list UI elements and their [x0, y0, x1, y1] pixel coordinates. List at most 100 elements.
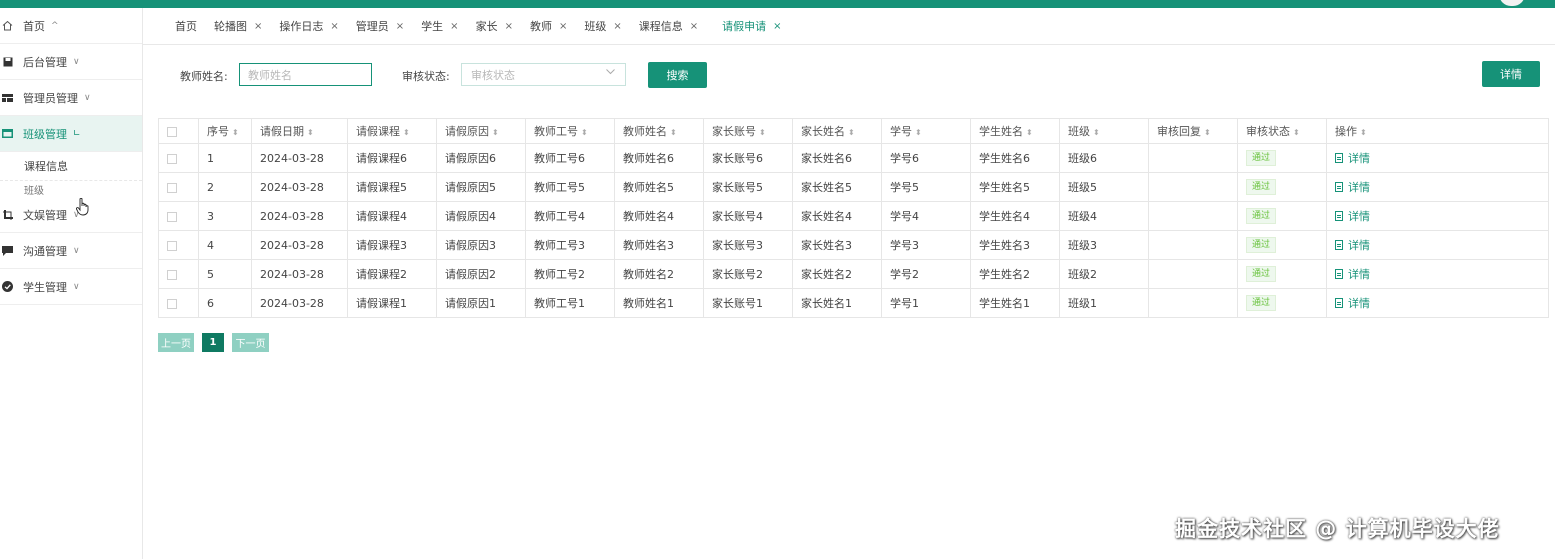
tab-admin[interactable]: 管理员 × [356, 18, 404, 34]
sort-icon[interactable]: ⬍ [1026, 128, 1033, 137]
column-header[interactable]: 教师工号 ⬍ [525, 118, 615, 144]
row-detail-link[interactable]: 详情 [1335, 150, 1370, 166]
table-cell: 班级3 [1059, 230, 1149, 260]
chevron-down-icon [606, 68, 615, 78]
close-icon[interactable]: × [559, 21, 567, 32]
table-cell: 家长账号4 [703, 201, 793, 231]
tab-teacher[interactable]: 教师 × [530, 18, 567, 34]
search-button[interactable]: 搜索 [648, 62, 707, 88]
column-header[interactable]: 家长账号 ⬍ [703, 118, 793, 144]
close-icon[interactable]: × [613, 21, 621, 32]
prev-page-button[interactable]: 上一页 [158, 333, 194, 352]
tab-leave-request[interactable]: 请假申请 × [722, 18, 781, 34]
row-detail-link[interactable]: 详情 [1335, 295, 1370, 311]
row-checkbox[interactable] [167, 182, 177, 193]
column-header[interactable]: 审核状态 ⬍ [1237, 118, 1327, 144]
sort-icon[interactable]: ⬍ [670, 128, 677, 137]
column-header[interactable]: 学生姓名 ⬍ [970, 118, 1060, 144]
table-cell: 教师工号1 [525, 288, 615, 318]
tab-home[interactable]: 首页 [175, 18, 197, 34]
sort-icon[interactable]: ⬍ [759, 128, 766, 137]
column-header[interactable]: 家长姓名 ⬍ [792, 118, 882, 144]
close-icon[interactable]: × [254, 21, 262, 32]
home-icon [2, 20, 13, 31]
column-header[interactable]: 教师姓名 ⬍ [614, 118, 704, 144]
row-checkbox[interactable] [167, 211, 177, 222]
table-cell: 通过 [1237, 259, 1327, 289]
column-header[interactable]: 学号 ⬍ [881, 118, 971, 144]
column-header[interactable]: 请假原因 ⬍ [436, 118, 526, 144]
row-checkbox[interactable] [167, 298, 177, 309]
table-cell: 2024-03-28 [251, 259, 348, 289]
close-icon[interactable]: × [505, 21, 513, 32]
table-header-row: 序号 ⬍ 请假日期 ⬍ 请假课程 ⬍ 请假原因 ⬍ 教师工号 ⬍ 教师姓名 ⬍ 家长账号 ⬍ 家长姓名 ⬍ 学号… [158, 118, 1549, 144]
avatar[interactable] [1499, 0, 1525, 6]
review-status-label: 审核状态: [402, 70, 450, 83]
sidebar-subitem-class[interactable]: 班级 [0, 181, 142, 197]
tab-operation-log[interactable]: 操作日志 × [279, 18, 338, 34]
row-detail-link[interactable]: 详情 [1335, 208, 1370, 224]
sort-icon[interactable]: ⬍ [581, 128, 588, 137]
row-detail-link[interactable]: 详情 [1335, 179, 1370, 195]
column-header[interactable]: 班级 ⬍ [1059, 118, 1149, 144]
close-icon[interactable]: × [396, 21, 404, 32]
sort-icon[interactable]: ⬍ [232, 128, 239, 137]
sidebar-item-communication[interactable]: 沟通管理 ∨ [0, 233, 142, 269]
sidebar-item-home[interactable]: 首页 ^ [0, 8, 142, 44]
column-header-label: 操作 [1335, 125, 1357, 138]
sort-icon[interactable]: ⬍ [403, 128, 410, 137]
sidebar-item-student[interactable]: 学生管理 ∨ [0, 269, 142, 305]
teacher-name-input[interactable]: 教师姓名 [239, 63, 372, 86]
page-number-current[interactable]: 1 [202, 333, 224, 352]
tab-student[interactable]: 学生 × [421, 18, 458, 34]
sort-icon[interactable]: ⬍ [915, 128, 922, 137]
close-icon[interactable]: × [330, 21, 338, 32]
row-checkbox[interactable] [167, 240, 177, 251]
sort-icon[interactable]: ⬍ [848, 128, 855, 137]
column-header-label: 学号 [890, 125, 912, 138]
sidebar-item-backend[interactable]: 后台管理 ∨ [0, 44, 142, 80]
column-header[interactable]: 请假课程 ⬍ [347, 118, 437, 144]
table-cell: 家长姓名2 [792, 259, 882, 289]
sort-icon[interactable]: ⬍ [1204, 128, 1211, 137]
next-page-button[interactable]: 下一页 [232, 333, 269, 352]
tab-class[interactable]: 班级 × [584, 18, 621, 34]
sort-icon[interactable]: ⬍ [1360, 128, 1367, 137]
sort-icon[interactable]: ⬍ [1293, 128, 1300, 137]
sort-icon[interactable]: ⬍ [307, 128, 314, 137]
close-icon[interactable]: × [773, 21, 781, 32]
sidebar-item-admin[interactable]: 管理员管理 ∨ [0, 80, 142, 116]
table-cell: 班级6 [1059, 143, 1149, 173]
select-all-checkbox[interactable] [167, 126, 177, 137]
row-detail-link[interactable]: 详情 [1335, 237, 1370, 253]
row-checkbox[interactable] [167, 269, 177, 280]
chevron-down-icon: ∨ [73, 281, 80, 292]
sidebar-item-entertainment[interactable]: 文娱管理 ∨ [0, 197, 142, 233]
chevron-up-icon: ^ [51, 20, 59, 31]
detail-button[interactable]: 详情 [1482, 61, 1540, 87]
review-status-select[interactable]: 审核状态 [461, 63, 626, 86]
table-cell: 学生姓名1 [970, 288, 1060, 318]
column-header[interactable]: 审核回复 ⬍ [1148, 118, 1238, 144]
tab-carousel[interactable]: 轮播图 × [214, 18, 262, 34]
sidebar-item-class[interactable]: 班级管理 ∟ [0, 116, 142, 152]
sidebar-item-label: 首页 [23, 19, 45, 33]
row-select-cell [158, 288, 199, 318]
tab-course-info[interactable]: 课程信息 × [639, 18, 698, 34]
row-checkbox[interactable] [167, 153, 177, 164]
close-icon[interactable]: × [450, 21, 458, 32]
tab-parent[interactable]: 家长 × [476, 18, 513, 34]
table-row: 3 2024-03-28 请假课程4 请假原因4 教师工号4 教师姓名4 家长账号4 家长姓名… [158, 201, 1549, 231]
pagination: 上一页 1 下一页 [158, 333, 277, 352]
column-header[interactable]: 操作 ⬍ [1326, 118, 1549, 144]
column-header[interactable]: 序号 ⬍ [198, 118, 252, 144]
table-cell: 详情 [1326, 288, 1549, 318]
column-header[interactable]: 请假日期 ⬍ [251, 118, 348, 144]
close-icon[interactable]: × [690, 21, 698, 32]
table-cell: 学生姓名4 [970, 201, 1060, 231]
sort-icon[interactable]: ⬍ [1093, 128, 1100, 137]
row-detail-link[interactable]: 详情 [1335, 266, 1370, 282]
sort-icon[interactable]: ⬍ [492, 128, 499, 137]
leave-request-table: 序号 ⬍ 请假日期 ⬍ 请假课程 ⬍ 请假原因 ⬍ 教师工号 ⬍ 教师姓名 ⬍ 家长账号 ⬍ 家长姓名 ⬍ 学号… [158, 118, 1549, 318]
sidebar-subitem-course-info[interactable]: 课程信息 [0, 152, 142, 181]
